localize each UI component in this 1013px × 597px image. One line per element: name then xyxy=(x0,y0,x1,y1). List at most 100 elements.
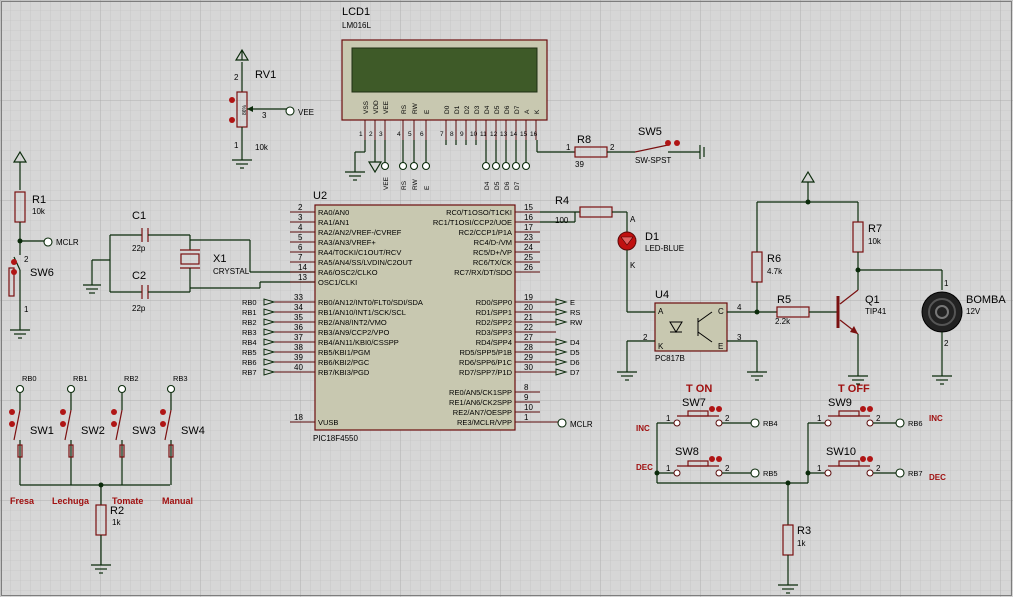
lcd-data-terminal[interactable] xyxy=(501,161,511,171)
lcd-net-terminal[interactable] xyxy=(409,161,419,171)
pushbutton-ref: SW9 xyxy=(828,397,852,409)
u4-pin-c: C xyxy=(718,307,724,316)
lcd-net-terminal[interactable] xyxy=(421,161,431,171)
d1-pin-a: A xyxy=(630,215,636,224)
u2-pin-number: 5 xyxy=(298,233,303,242)
u2-pin-number: 8 xyxy=(524,383,529,392)
switch-ref: SW4 xyxy=(181,425,205,437)
u2-pin-name: RC0/T1OSO/T1CKI xyxy=(446,208,512,217)
rv1-pin-top: 2 xyxy=(234,73,239,82)
u2-rb-net-label: RB4 xyxy=(242,338,257,347)
u2-rb-net-label: RB2 xyxy=(242,318,257,327)
lcd-data-terminal[interactable] xyxy=(511,161,521,171)
u2-pin-number: 7 xyxy=(298,253,303,262)
lcd-ref: LCD1 xyxy=(342,6,370,18)
lcd-pin-label: D7 xyxy=(514,105,521,114)
u2-pin-number: 23 xyxy=(524,233,533,242)
lcd-pin-label: D6 xyxy=(504,105,511,114)
u2-pin-number: 29 xyxy=(524,353,533,362)
u2-mclr-net-label: MCLR xyxy=(570,420,593,429)
u2-rd-net-label: E xyxy=(570,298,575,307)
lcd-data-terminal[interactable] xyxy=(491,161,501,171)
lcd-pin-number: 16 xyxy=(530,131,538,138)
u2-pin-name: RD2/SPP2 xyxy=(476,318,512,327)
lcd-data-label: D6 xyxy=(504,181,511,190)
lcd-pin-number: 1 xyxy=(359,131,363,138)
lcd-pin-label: E xyxy=(424,109,431,114)
pushbutton-net-terminal[interactable] xyxy=(895,418,905,428)
lcd-pin-number: 13 xyxy=(500,131,508,138)
lcd-net-terminal[interactable] xyxy=(398,161,408,171)
lcd-pin-label: D2 xyxy=(464,105,471,114)
d1-value: LED-BLUE xyxy=(645,244,684,253)
switch-net-label: RB0 xyxy=(22,374,37,383)
u4-pin-e: E xyxy=(718,342,723,351)
u2-pin-name: RA2/AN2/VREF-/CVREF xyxy=(318,228,402,237)
d1-pin-k: K xyxy=(630,261,636,270)
u2-pin-number: 14 xyxy=(298,263,307,272)
rv1-ref: RV1 xyxy=(255,69,276,81)
mclr-terminal[interactable] xyxy=(43,237,53,247)
u2-pin-name: RD1/SPP1 xyxy=(476,308,512,317)
u2-pin-number: 40 xyxy=(294,363,303,372)
u2-pin-number: 34 xyxy=(294,303,303,312)
x1-value: CRYSTAL xyxy=(213,267,250,276)
c1-value: 22p xyxy=(132,244,146,253)
vee-terminal[interactable] xyxy=(285,106,295,116)
u2-pin-name: RD7/SPP7/P1D xyxy=(459,368,513,377)
dec-right-label: DEC xyxy=(929,473,946,482)
u2-pin-number: 37 xyxy=(294,333,303,342)
c2-ref: C2 xyxy=(132,270,146,282)
motor-value: 12V xyxy=(966,307,981,316)
switch-net-terminal[interactable] xyxy=(66,384,76,394)
pushbutton-pin-1: 1 xyxy=(817,464,822,473)
pushbutton-net-terminal[interactable] xyxy=(895,468,905,478)
u2-pin-name: RB1/AN10/INT1/SCK/SCL xyxy=(318,308,406,317)
pushbutton-pin-2: 2 xyxy=(725,414,730,423)
u2-pin-name: OSC1/CLKI xyxy=(318,278,357,287)
switch-ref: SW2 xyxy=(81,425,105,437)
pushbutton-net-terminal[interactable] xyxy=(750,468,760,478)
sw5-ref: SW5 xyxy=(638,126,662,138)
switch-net-terminal[interactable] xyxy=(166,384,176,394)
mclr-terminal[interactable] xyxy=(557,418,567,428)
pushbutton-ref: SW8 xyxy=(675,446,699,458)
u2-pin-number: 19 xyxy=(524,293,533,302)
u2-rd-net-label: D5 xyxy=(570,348,580,357)
u2-pin-number: 10 xyxy=(524,403,533,412)
pushbutton-net-terminal[interactable] xyxy=(750,418,760,428)
u4-ref: U4 xyxy=(655,289,669,301)
lcd-pin-number: 3 xyxy=(379,131,383,138)
switch-net-terminal[interactable] xyxy=(15,384,25,394)
rv1-net-vee: VEE xyxy=(298,108,314,117)
switch-net-terminal[interactable] xyxy=(117,384,127,394)
rv1-value: 10k xyxy=(255,143,269,152)
u2-pin-name: RD6/SPP6/P1C xyxy=(459,358,513,367)
motor-pin2: 2 xyxy=(944,339,949,348)
u2-pin-number: 16 xyxy=(524,213,533,222)
lcd-pin-label: D5 xyxy=(494,105,501,114)
u2-pin-name: RA5/AN4/SS/LVDIN/C2OUT xyxy=(318,258,413,267)
u2-ref: U2 xyxy=(313,190,327,202)
u2-pin-name: RC7/RX/DT/SDO xyxy=(454,268,512,277)
u2-pin-name: RA4/T0CKI/C1OUT/RCV xyxy=(318,248,401,257)
switch-net-label: RB2 xyxy=(124,374,139,383)
r1-ref: R1 xyxy=(32,194,46,206)
u2-pin-number: 22 xyxy=(524,323,533,332)
c1-ref: C1 xyxy=(132,210,146,222)
rv1-pin-bottom: 1 xyxy=(234,141,239,150)
lcd-net-terminal[interactable] xyxy=(380,161,390,171)
u2-rd-net-label: RW xyxy=(570,318,583,327)
schematic-canvas[interactable]: LCD1 LM016L VSS 1 VDD 2 VEE 3 RS 4 RW 5 E 6 D0 7 D1 8 D2… xyxy=(0,0,1013,597)
pushbutton-ref: SW7 xyxy=(682,397,706,409)
pushbutton-pin-2: 2 xyxy=(876,414,881,423)
r8-pin-left: 1 xyxy=(566,143,571,152)
u2-pin-name: RE1/AN6/CK2SPP xyxy=(449,398,512,407)
u2-pin-name: VUSB xyxy=(318,418,338,427)
lcd-data-label: D5 xyxy=(494,181,501,190)
lcd-a-terminal[interactable] xyxy=(521,161,531,171)
lcd-data-terminal[interactable] xyxy=(481,161,491,171)
u4-part: PC817B xyxy=(655,354,685,363)
u2-pin-number: 30 xyxy=(524,363,533,372)
u2-rb-net-label: RB5 xyxy=(242,348,257,357)
